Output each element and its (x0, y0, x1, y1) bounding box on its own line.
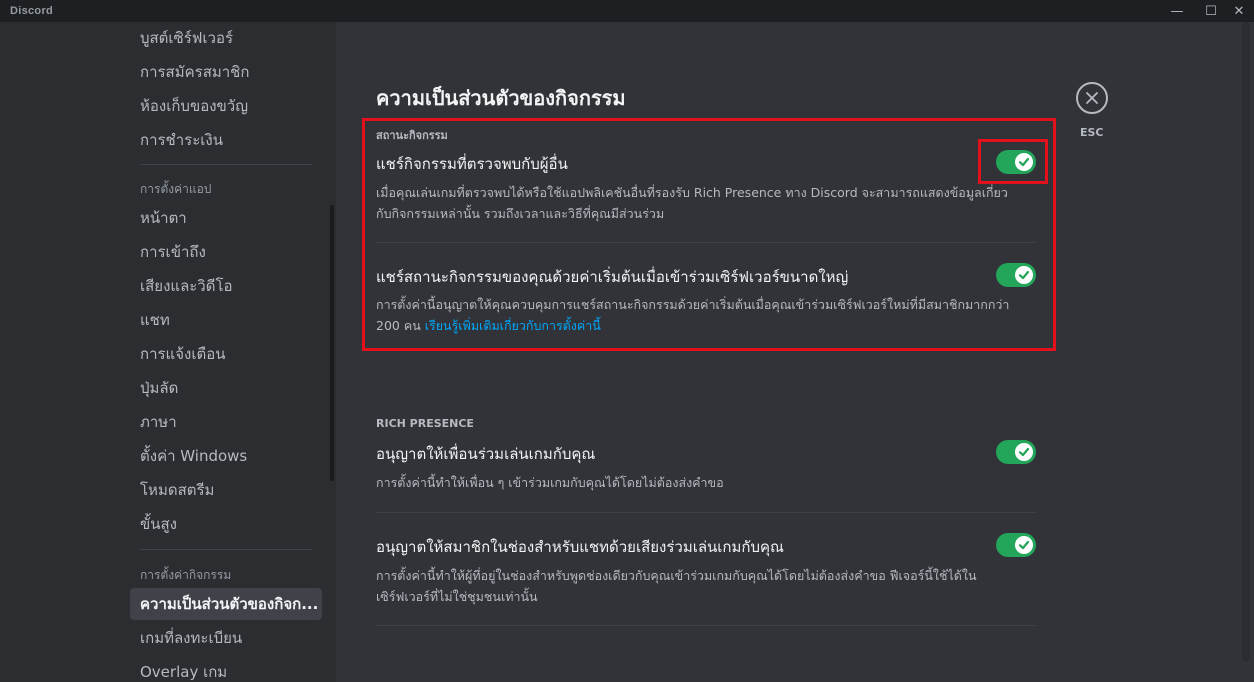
setting-divider (376, 625, 1036, 626)
section-header-rich-presence: RICH PRESENCE (376, 417, 474, 430)
sidebar-divider (140, 549, 312, 550)
sidebar-item-keybinds[interactable]: ปุ่มลัด (130, 372, 322, 404)
highlight-box-activity-status (362, 118, 1056, 351)
sidebar-item-streamer-mode[interactable]: โหมดสตรีม (130, 474, 322, 506)
sidebar-item-gift-inventory[interactable]: ห้องเก็บของขวัญ (130, 90, 322, 122)
sidebar-item-billing[interactable]: การชำระเงิน (130, 124, 322, 156)
sidebar-item-accessibility[interactable]: การเข้าถึง (130, 236, 322, 268)
sidebar-scrollbar[interactable] (330, 205, 334, 481)
check-icon (1018, 447, 1030, 457)
setting-desc-allow-voice-members-join: การตั้งค่านี้ทำให้ผู้ที่อยู่ในช่องสำหรับ… (376, 565, 1036, 607)
setting-title-allow-friends-join: อนุญาตให้เพื่อนร่วมเล่นเกมกับคุณ (376, 445, 596, 463)
sidebar-divider (140, 164, 312, 165)
sidebar-item-chat[interactable]: แชท (130, 304, 322, 336)
setting-divider (376, 512, 1036, 513)
settings-sidebar: บูสต์เซิร์ฟเวอร์ การสมัครสมาชิก ห้องเก็บ… (0, 22, 336, 682)
close-window-button[interactable]: ✕ (1222, 0, 1254, 22)
sidebar-item-voice-video[interactable]: เสียงและวิดีโอ (130, 270, 322, 302)
sidebar-item-server-boost[interactable]: บูสต์เซิร์ฟเวอร์ (130, 22, 322, 54)
page-title: ความเป็นส่วนตัวของกิจกรรม (376, 86, 626, 110)
desc-line: การตั้งค่านี้ทำให้ผู้ที่อยู่ในช่องสำหรับ… (376, 568, 977, 583)
app-title: Discord (10, 5, 54, 17)
sidebar-item-advanced[interactable]: ขั้นสูง (130, 508, 322, 540)
sidebar-header-activity-settings: การตั้งค่ากิจกรรม (140, 568, 232, 582)
title-bar: Discord — ☐ ✕ (0, 0, 1254, 22)
sidebar-item-language[interactable]: ภาษา (130, 406, 322, 438)
setting-desc-allow-friends-join: การตั้งค่านี้ทำให้เพื่อน ๆ เข้าร่วมเกมกั… (376, 472, 1036, 493)
sidebar-item-game-overlay[interactable]: Overlay เกม (130, 656, 322, 682)
sidebar-header-app-settings: การตั้งค่าแอป (140, 182, 212, 196)
sidebar-item-activity-privacy[interactable]: ความเป็นส่วนตัวของกิจก... (130, 588, 322, 620)
close-icon (1086, 92, 1098, 104)
sidebar-item-subscriptions[interactable]: การสมัครสมาชิก (130, 56, 322, 88)
close-settings-button[interactable] (1076, 82, 1108, 114)
toggle-knob (1015, 536, 1033, 554)
sidebar-item-windows-settings[interactable]: ตั้งค่า Windows (130, 440, 322, 472)
allow-voice-members-join-toggle[interactable] (996, 533, 1036, 557)
content-scrollbar[interactable] (1242, 22, 1250, 662)
sidebar-item-appearance[interactable]: หน้าตา (130, 202, 322, 234)
minimize-button[interactable]: — (1160, 0, 1194, 22)
desc-line: การตั้งค่านี้ทำให้เพื่อน ๆ เข้าร่วมเกมกั… (376, 475, 724, 490)
toggle-knob (1015, 443, 1033, 461)
check-icon (1018, 540, 1030, 550)
highlight-box-toggle (978, 139, 1048, 184)
esc-label: ESC (1080, 126, 1104, 139)
desc-line: เซิร์ฟเวอร์ที่ไม่ใช่ชุมชนเท่านั้น (376, 589, 538, 604)
sidebar-item-notifications[interactable]: การแจ้งเตือน (130, 338, 322, 370)
allow-friends-join-toggle[interactable] (996, 440, 1036, 464)
setting-title-allow-voice-members-join: อนุญาตให้สมาชิกในช่องสำหรับแชทด้วยเสียงร… (376, 538, 784, 556)
settings-content: ความเป็นส่วนตัวของกิจกรรม สถานะกิจกรรม แ… (336, 22, 1242, 682)
sidebar-item-registered-games[interactable]: เกมที่ลงทะเบียน (130, 622, 322, 654)
